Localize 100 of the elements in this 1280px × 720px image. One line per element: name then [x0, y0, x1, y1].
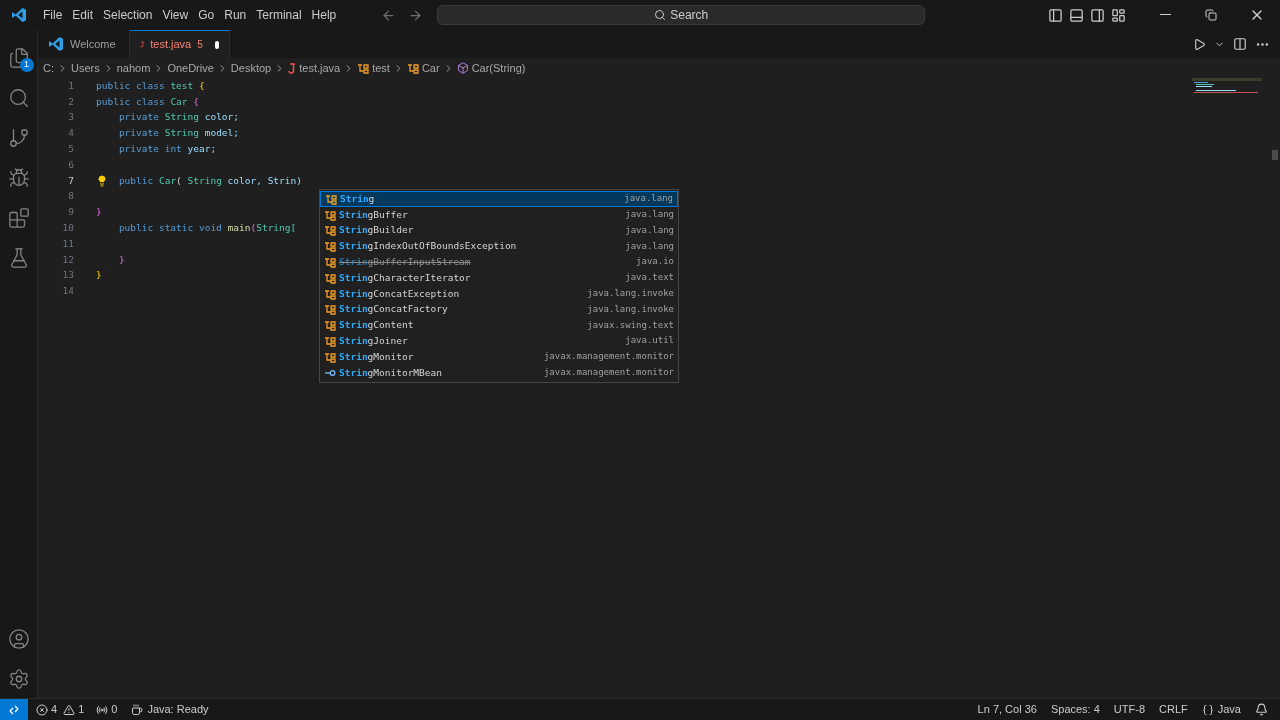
- remote-icon: [8, 703, 20, 716]
- back-arrow-icon[interactable]: [381, 7, 397, 23]
- suggestion-item[interactable]: StringCharacterIterator java.text: [320, 270, 678, 286]
- scm-icon[interactable]: [7, 127, 30, 149]
- cursor-position[interactable]: Ln 7, Col 36: [977, 701, 1037, 718]
- suggestion-detail: java.text: [625, 271, 674, 285]
- toggle-panel-icon[interactable]: [1069, 7, 1084, 23]
- scrollbar[interactable]: [1272, 150, 1278, 160]
- lightbulb-icon[interactable]: [96, 174, 108, 187]
- problems-status[interactable]: 4 1: [36, 701, 85, 718]
- class-icon: [406, 62, 419, 74]
- menu-item[interactable]: View: [157, 4, 194, 26]
- account-icon[interactable]: [7, 628, 30, 650]
- files-icon[interactable]: [7, 47, 30, 69]
- menu-item[interactable]: Terminal: [251, 4, 307, 26]
- search-placeholder: Search: [670, 7, 709, 24]
- breadcrumb-item[interactable]: nahom: [116, 59, 151, 77]
- code-line: }: [96, 268, 102, 283]
- forward-arrow-icon[interactable]: [408, 7, 424, 23]
- suggestion-detail: java.lang: [625, 223, 674, 237]
- ports-icon: [96, 703, 109, 716]
- breadcrumb-item[interactable]: test.java: [299, 59, 341, 77]
- line-number: 13: [61, 268, 74, 283]
- suggestion-item[interactable]: String java.lang: [320, 191, 678, 207]
- menu-item[interactable]: Go: [193, 4, 220, 26]
- suggestion-item[interactable]: StringBufferInputStream java.io: [320, 254, 678, 270]
- search-field[interactable]: Search: [437, 5, 926, 25]
- toggle-secondary-sidebar-icon[interactable]: [1090, 7, 1105, 23]
- suggestion-detail: javax.swing.text: [587, 318, 674, 332]
- suggestion-item[interactable]: StringMonitorMBean javax.management.monitor: [320, 364, 678, 381]
- suggestion-detail: java.lang: [625, 239, 674, 253]
- indentation-status[interactable]: Spaces: 4: [1050, 701, 1100, 718]
- line-number: 10: [61, 220, 74, 235]
- line-number: 1: [67, 78, 74, 93]
- settings-icon[interactable]: [7, 668, 30, 690]
- editor-tab[interactable]: test.java 5: [130, 30, 230, 58]
- suggestion-detail: javax.management.monitor: [543, 365, 674, 379]
- java-file-icon: [288, 62, 297, 74]
- breadcrumb-item[interactable]: Users: [71, 59, 100, 77]
- warning-icon: [63, 703, 76, 716]
- layout-icon[interactable]: [1111, 7, 1126, 23]
- line-number: 9: [67, 205, 74, 220]
- breadcrumb-item[interactable]: Car: [421, 59, 440, 77]
- breadcrumb-item[interactable]: C:: [43, 59, 54, 77]
- java-status[interactable]: Java: Ready: [131, 701, 209, 718]
- class-icon: [324, 350, 336, 363]
- line-ending-status[interactable]: CRLF: [1159, 701, 1188, 718]
- suggestion-detail: java.util: [625, 334, 674, 348]
- extensions-icon[interactable]: [7, 207, 30, 229]
- code-line: }: [96, 205, 102, 220]
- breadcrumb-item[interactable]: OneDrive: [167, 59, 214, 77]
- class-icon: [324, 240, 336, 253]
- breadcrumb-item[interactable]: test: [372, 59, 390, 77]
- breadcrumb-item[interactable]: Car(String): [471, 59, 526, 77]
- method-icon: [456, 62, 469, 74]
- search-icon[interactable]: [7, 87, 30, 109]
- code-line: private int year;: [118, 141, 217, 156]
- notification-badge: 1: [19, 58, 34, 72]
- line-number: 3: [67, 110, 74, 125]
- suggestion-detail: java.lang.invoke: [587, 302, 674, 316]
- language-status[interactable]: Java: [1201, 701, 1241, 718]
- suggestion-item[interactable]: StringMonitor javax.management.monitor: [320, 348, 678, 365]
- suggestion-detail: java.lang: [625, 207, 674, 221]
- minimize-icon: [1159, 14, 1171, 16]
- suggestion-detail: javax.management.monitor: [543, 350, 674, 364]
- menu-item[interactable]: Edit: [67, 4, 99, 26]
- app-logo-icon: [48, 36, 64, 52]
- suggestion-item[interactable]: StringBuffer java.lang: [320, 206, 678, 223]
- suggestion-item[interactable]: StringJoiner java.util: [320, 333, 678, 349]
- line-number: 7: [67, 173, 74, 188]
- suggestion-item[interactable]: StringIndexOutOfBoundsException java.lang: [320, 238, 678, 255]
- breadcrumb-item[interactable]: Desktop: [230, 59, 272, 77]
- split-editor-icon[interactable]: [1233, 37, 1247, 51]
- ports-status[interactable]: 0: [96, 701, 118, 718]
- menu-item[interactable]: Selection: [98, 4, 158, 26]
- code-line: public Car( String color, Strin): [118, 173, 302, 188]
- debug-icon[interactable]: [7, 167, 30, 189]
- class-icon: [357, 62, 370, 74]
- code-line: public static void main(String[: [118, 220, 297, 235]
- app-logo-icon: [11, 7, 27, 23]
- minimap-drawing: [1192, 78, 1262, 94]
- remote-button[interactable]: [0, 699, 28, 720]
- braces-icon: [1201, 703, 1214, 716]
- toggle-sidebar-icon[interactable]: [1048, 7, 1063, 23]
- suggestion-item[interactable]: StringContent javax.swing.text: [320, 317, 678, 334]
- line-number: 8: [67, 189, 74, 204]
- line-number: 11: [61, 236, 74, 251]
- menu-item[interactable]: Help: [306, 4, 342, 26]
- menu-item[interactable]: File: [38, 4, 68, 26]
- search-icon: [654, 9, 667, 21]
- suggestion-item[interactable]: StringConcatException java.lang.invoke: [320, 285, 678, 302]
- suggestion-item[interactable]: StringConcatFactory java.lang.invoke: [320, 301, 678, 318]
- code-line: }: [118, 252, 125, 267]
- notifications-icon[interactable]: [1255, 703, 1268, 716]
- suggestion-item[interactable]: StringBuilder java.lang: [320, 222, 678, 239]
- line-number: 6: [67, 157, 74, 172]
- run-icon[interactable]: [1193, 37, 1206, 51]
- encoding-status[interactable]: UTF-8: [1113, 701, 1145, 718]
- menu-item[interactable]: Run: [219, 4, 252, 26]
- line-number: 2: [67, 94, 74, 109]
